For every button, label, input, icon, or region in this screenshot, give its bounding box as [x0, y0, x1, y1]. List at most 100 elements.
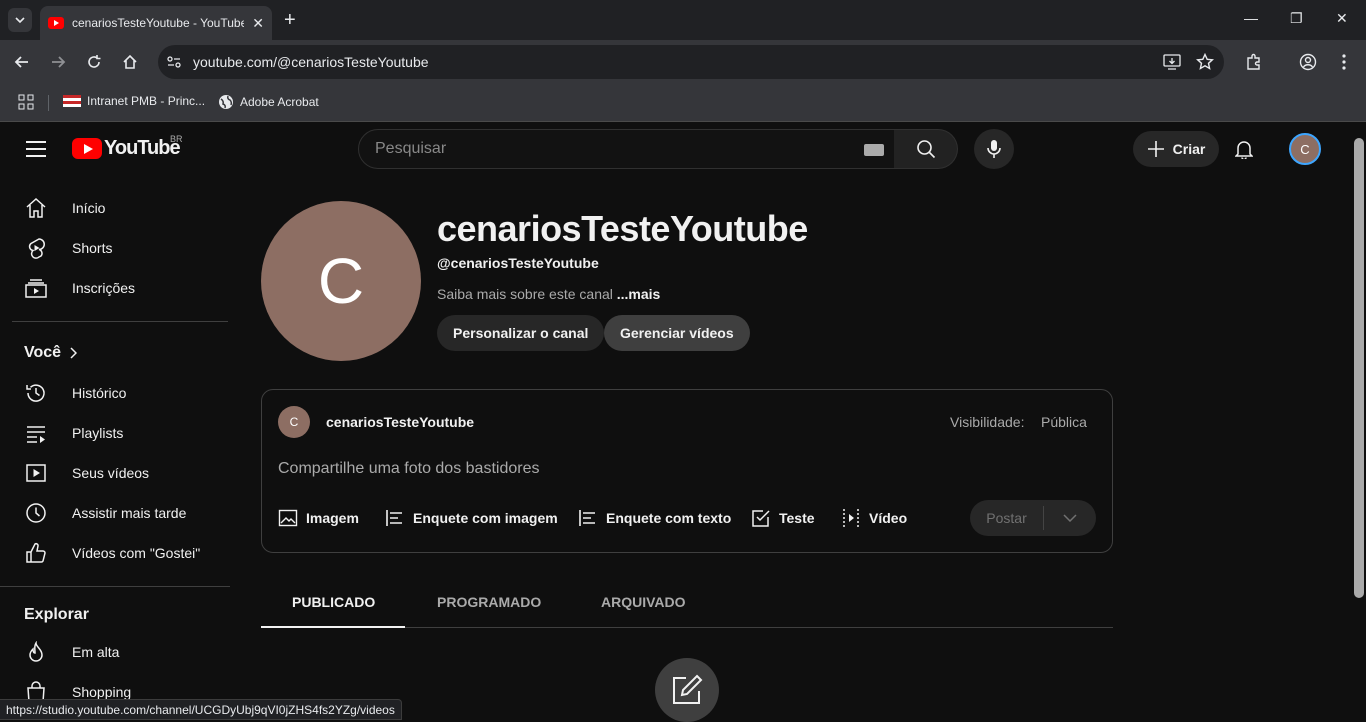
extensions-icon[interactable]: [1244, 52, 1264, 72]
sidebar-item-label: Shopping: [72, 684, 132, 700]
composer-text-input[interactable]: Compartilhe uma foto dos bastidores: [278, 460, 539, 478]
sidebar-divider: [12, 321, 228, 322]
voice-search-button[interactable]: [974, 129, 1014, 169]
home-button-icon[interactable]: [120, 52, 140, 72]
post-button[interactable]: Postar: [970, 500, 1096, 536]
notifications-bell-icon[interactable]: [1232, 137, 1256, 161]
sidebar-item-label: Vídeos com "Gostei": [72, 545, 201, 561]
channel-about[interactable]: Saiba mais sobre este canal ...mais: [437, 286, 660, 302]
tab-publicado[interactable]: PUBLICADO: [292, 594, 375, 610]
account-avatar[interactable]: C: [1289, 133, 1321, 165]
channel-avatar[interactable]: C: [261, 201, 421, 361]
tab-search-button[interactable]: [8, 8, 32, 32]
flag-icon: [63, 95, 81, 107]
post-video-button[interactable]: Vídeo: [841, 506, 907, 530]
sidebar-item-seus-videos[interactable]: Seus vídeos: [12, 453, 228, 493]
search-button[interactable]: [894, 129, 958, 169]
image-icon: [278, 509, 298, 527]
sidebar-item-assistir-mais-tarde[interactable]: Assistir mais tarde: [12, 493, 228, 533]
bookmark-intranet[interactable]: Intranet PMB - Princ...: [63, 94, 205, 108]
create-button[interactable]: Criar: [1133, 131, 1219, 167]
plus-icon: [1147, 141, 1164, 157]
address-bar[interactable]: youtube.com/@cenariosTesteYoutube: [158, 45, 1224, 79]
post-image-button[interactable]: Imagem: [278, 506, 359, 530]
search-input[interactable]: [375, 140, 845, 158]
action-label: Teste: [779, 510, 815, 526]
sidebar-heading-voce[interactable]: Você: [24, 344, 78, 362]
apps-grid-icon[interactable]: [18, 94, 34, 110]
browser-tab-strip: cenariosTesteYoutube - YouTube ✕ + — ❐ ✕: [0, 0, 1366, 40]
keyboard-icon[interactable]: [864, 144, 884, 156]
browser-tab-active[interactable]: cenariosTesteYoutube - YouTube ✕: [40, 6, 272, 40]
sidebar-item-videos-gostei[interactable]: Vídeos com "Gostei": [12, 533, 228, 573]
text-poll-icon: [579, 510, 595, 526]
window-close-icon[interactable]: ✕: [1336, 10, 1348, 27]
bookmark-star-icon[interactable]: [1196, 53, 1214, 71]
sidebar-item-label: Inscrições: [72, 280, 136, 296]
search-icon: [916, 140, 935, 159]
action-label: Enquete com imagem: [413, 510, 558, 526]
browser-toolbar: youtube.com/@cenariosTesteYoutube: [0, 40, 1366, 84]
history-icon: [24, 381, 48, 405]
post-text-poll-button[interactable]: Enquete com texto: [578, 506, 731, 530]
action-label: Vídeo: [869, 510, 908, 526]
image-poll-icon: [386, 510, 402, 526]
site-info-icon[interactable]: [166, 55, 182, 69]
profile-icon[interactable]: [1298, 52, 1318, 72]
youtube-wordmark: YouTube: [104, 137, 181, 159]
sidebar-item-label: Em alta: [72, 644, 120, 660]
sidebar-item-label: Seus vídeos: [72, 465, 150, 481]
action-label: Imagem: [306, 510, 359, 526]
minimize-icon[interactable]: —: [1244, 10, 1258, 26]
masthead: YouTube BR Criar C: [0, 122, 1352, 178]
post-options-chevron-down-icon[interactable]: [1044, 514, 1096, 522]
youtube-play-icon: [72, 138, 102, 159]
channel-about-more-link[interactable]: ...mais: [617, 286, 661, 302]
menu-hamburger-icon[interactable]: [26, 141, 46, 157]
sidebar-item-inscricoes[interactable]: Inscrições: [12, 268, 228, 308]
browser-menu-icon[interactable]: [1334, 52, 1354, 72]
trending-icon: [24, 640, 48, 664]
forward-icon[interactable]: [48, 52, 68, 72]
sidebar-item-historico[interactable]: Histórico: [12, 373, 228, 413]
sidebar-item-shorts[interactable]: Shorts: [12, 228, 228, 268]
tab-arquivado[interactable]: ARQUIVADO: [601, 594, 686, 610]
tab-title: cenariosTesteYoutube - YouTube: [72, 16, 244, 30]
active-tab-indicator: [261, 626, 405, 628]
sidebar-item-label: Shorts: [72, 240, 113, 256]
back-icon[interactable]: [12, 52, 32, 72]
bookmarks-divider: [48, 95, 49, 111]
sidebar: Início Shorts Inscrições Você Histórico …: [0, 178, 240, 720]
sidebar-item-playlists[interactable]: Playlists: [12, 413, 228, 453]
sidebar-item-label: Histórico: [72, 385, 127, 401]
channel-handle: @cenariosTesteYoutube: [437, 255, 599, 271]
install-app-icon[interactable]: [1163, 54, 1181, 70]
tab-programado[interactable]: PROGRAMADO: [437, 594, 541, 610]
sidebar-item-label: Assistir mais tarde: [72, 505, 187, 521]
search-box: [358, 129, 895, 169]
youtube-logo[interactable]: YouTube BR: [72, 134, 183, 160]
visibility-value[interactable]: Pública: [1041, 414, 1087, 430]
sidebar-item-label: Início: [72, 200, 106, 216]
create-label: Criar: [1172, 141, 1206, 157]
post-quiz-button[interactable]: Teste: [751, 506, 815, 530]
manage-videos-button[interactable]: Gerenciar vídeos: [604, 315, 750, 351]
empty-state-edit-icon: [655, 658, 719, 722]
watch-later-icon: [24, 501, 48, 525]
explorar-heading-label: Explorar: [24, 606, 89, 623]
new-tab-button[interactable]: +: [284, 10, 296, 30]
page-scrollbar[interactable]: [1352, 122, 1366, 720]
scrollbar-thumb[interactable]: [1354, 138, 1364, 598]
composer-author: cenariosTesteYoutube: [326, 414, 475, 430]
sidebar-divider: [0, 586, 230, 587]
sidebar-item-em-alta[interactable]: Em alta: [12, 632, 228, 672]
customize-channel-button[interactable]: Personalizar o canal: [437, 315, 605, 351]
tab-close-icon[interactable]: ✕: [252, 15, 264, 32]
reload-icon[interactable]: [84, 52, 104, 72]
link-status-bar: https://studio.youtube.com/channel/UCGDy…: [0, 699, 402, 720]
url-text: youtube.com/@cenariosTesteYoutube: [193, 54, 429, 70]
bookmark-adobe-acrobat[interactable]: Adobe Acrobat: [218, 94, 319, 110]
restore-icon[interactable]: ❐: [1290, 10, 1303, 27]
sidebar-item-inicio[interactable]: Início: [12, 188, 228, 228]
post-image-poll-button[interactable]: Enquete com imagem: [385, 506, 558, 530]
